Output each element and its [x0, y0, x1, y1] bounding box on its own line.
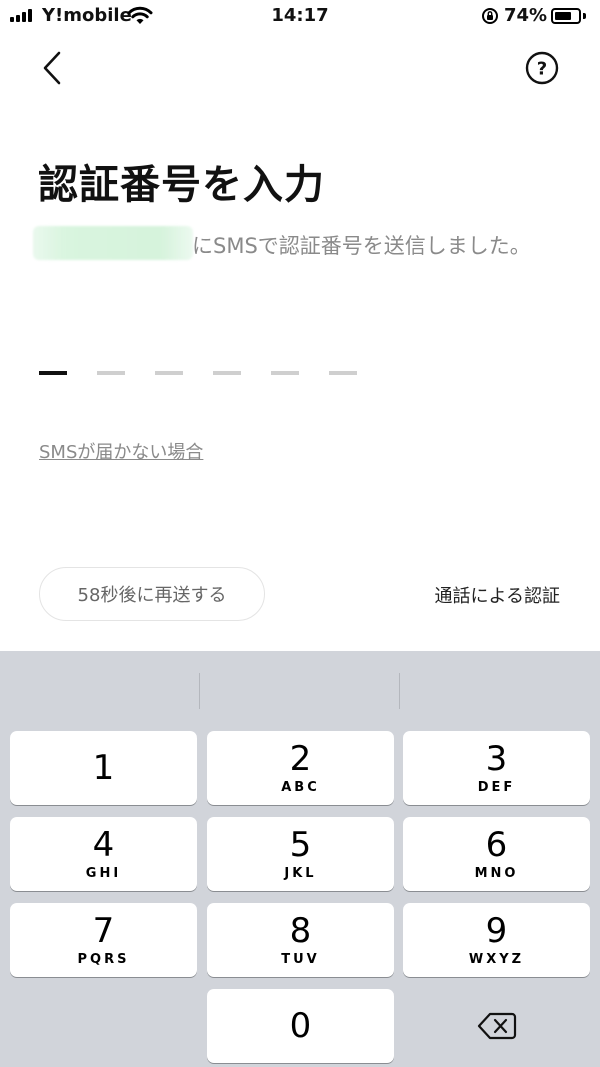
code-digit-slot: [329, 371, 357, 375]
key-8[interactable]: 8 TUV: [207, 903, 394, 977]
code-digit-slot: [213, 371, 241, 375]
code-digit-slot: [155, 371, 183, 375]
status-bar: Y!mobile 14:17 74%: [0, 0, 600, 34]
key-digit: 3: [485, 738, 508, 779]
key-3[interactable]: 3 DEF: [403, 731, 590, 805]
key-digit: 5: [289, 824, 312, 865]
call-verification-link[interactable]: 通話による認証: [435, 582, 560, 608]
key-letters: GHI: [85, 865, 122, 881]
key-letters: TUV: [281, 951, 320, 967]
sms-not-received-link[interactable]: SMSが届かない場合: [39, 438, 203, 464]
key-digit: 0: [289, 1006, 312, 1046]
battery-level: [555, 12, 572, 20]
delete-key[interactable]: [403, 989, 590, 1063]
key-letters: MNO: [474, 865, 519, 881]
key-letters: JKL: [284, 865, 317, 881]
key-5[interactable]: 5 JKL: [207, 817, 394, 891]
key-1[interactable]: 1: [10, 731, 197, 805]
battery-percent: 74%: [504, 5, 548, 26]
key-digit: 2: [289, 738, 312, 779]
verification-code-input[interactable]: [39, 371, 357, 375]
suggestion-divider: [199, 673, 200, 709]
key-digit: 6: [485, 824, 508, 865]
redacted-phone-number: [33, 226, 193, 260]
key-letters: WXYZ: [468, 951, 525, 967]
key-digit: 7: [92, 910, 115, 951]
battery-icon: [551, 8, 581, 24]
code-digit-slot: [271, 371, 299, 375]
numeric-keyboard: 1 2 ABC 3 DEF 4 GHI 5 JKL 6 MNO 7 PQRS 8…: [0, 651, 600, 1067]
key-digit: 4: [92, 824, 115, 865]
question-circle-icon: ?: [525, 51, 559, 85]
code-digit-slot: [97, 371, 125, 375]
chevron-left-icon: [43, 51, 61, 85]
resend-button[interactable]: 58秒後に再送する: [39, 567, 265, 621]
key-7[interactable]: 7 PQRS: [10, 903, 197, 977]
battery-cap: [583, 13, 586, 19]
orientation-lock-icon: [481, 7, 499, 29]
key-letters: PQRS: [77, 951, 130, 967]
code-digit-slot: [39, 371, 67, 375]
key-digit: 8: [289, 910, 312, 951]
backspace-icon: [477, 1012, 516, 1040]
key-letters: ABC: [281, 779, 320, 795]
key-9[interactable]: 9 WXYZ: [403, 903, 590, 977]
key-2[interactable]: 2 ABC: [207, 731, 394, 805]
suggestion-divider: [399, 673, 400, 709]
help-button[interactable]: ?: [522, 48, 562, 88]
svg-text:?: ?: [537, 59, 547, 80]
page-title: 認証番号を入力: [38, 162, 325, 208]
key-6[interactable]: 6 MNO: [403, 817, 590, 891]
sms-sent-message: にSMSで認証番号を送信しました。: [192, 234, 531, 258]
key-0[interactable]: 0: [207, 989, 394, 1063]
key-letters: DEF: [477, 779, 516, 795]
key-4[interactable]: 4 GHI: [10, 817, 197, 891]
back-button[interactable]: [30, 46, 74, 90]
key-digit: 1: [92, 748, 115, 788]
key-digit: 9: [485, 910, 508, 951]
